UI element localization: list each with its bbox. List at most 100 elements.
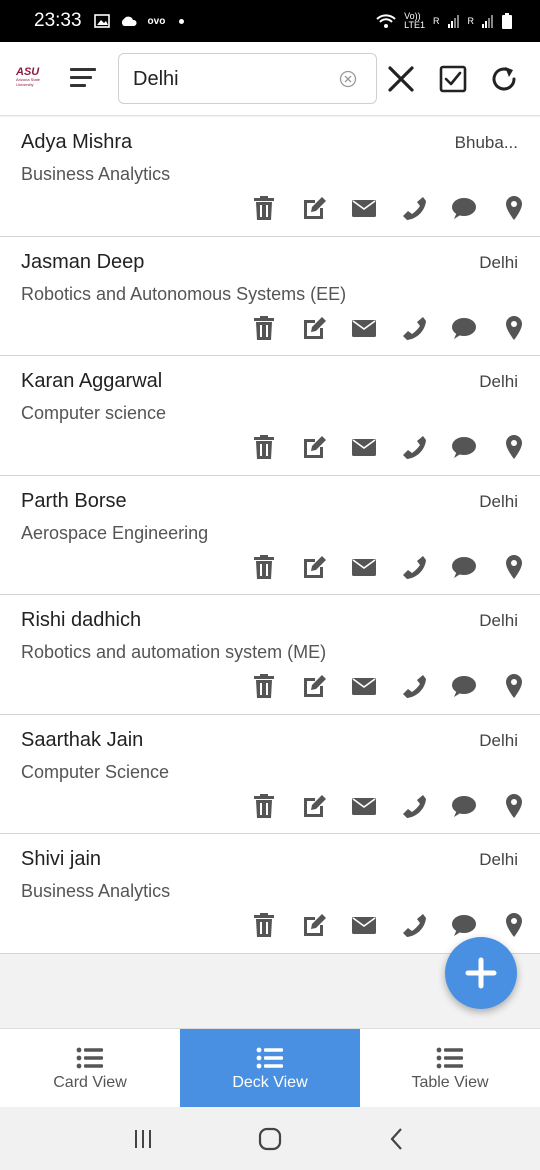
delete-button[interactable] — [251, 793, 301, 819]
call-button[interactable] — [401, 912, 451, 938]
call-button[interactable] — [401, 434, 451, 460]
edit-icon — [304, 675, 326, 697]
contact-card[interactable]: Parth Borse Aerospace Engineering Delhi — [0, 475, 540, 595]
chat-bubble-icon — [452, 556, 476, 578]
envelope-icon — [352, 558, 376, 576]
message-button[interactable] — [451, 912, 501, 938]
edit-icon — [304, 316, 326, 339]
location-button[interactable] — [501, 315, 540, 341]
contact-course: Computer science — [21, 403, 167, 423]
home-icon[interactable] — [257, 1126, 283, 1152]
edit-button[interactable] — [301, 793, 351, 819]
delete-button[interactable] — [251, 554, 301, 580]
chat-bubble-icon — [452, 198, 476, 219]
edit-button[interactable] — [301, 195, 351, 221]
edit-button[interactable] — [301, 673, 351, 699]
call-button[interactable] — [401, 315, 451, 341]
contact-card[interactable]: Adya Mishra Business Analytics Bhuba... — [0, 117, 540, 237]
location-button[interactable] — [501, 195, 540, 221]
message-button[interactable] — [451, 793, 501, 819]
email-button[interactable] — [351, 554, 401, 580]
add-contact-button[interactable] — [445, 937, 517, 1009]
network-label: LTE1 — [404, 20, 425, 30]
map-pin-icon — [506, 674, 522, 698]
phone-icon — [403, 914, 426, 937]
edit-button[interactable] — [301, 912, 351, 938]
chat-bubble-icon — [452, 795, 476, 817]
contact-course: Aerospace Engineering — [21, 522, 209, 543]
call-button[interactable] — [401, 793, 451, 819]
view-tab[interactable]: Card View — [0, 1029, 180, 1108]
message-button[interactable] — [451, 673, 501, 699]
back-icon[interactable] — [384, 1126, 410, 1152]
message-button[interactable] — [451, 434, 501, 460]
contact-card[interactable]: Karan Aggarwal Computer science Delhi — [0, 356, 540, 476]
location-button[interactable] — [501, 793, 540, 819]
location-button[interactable] — [501, 673, 540, 699]
edit-icon — [304, 197, 326, 219]
select-all-checkbox-icon[interactable] — [438, 64, 468, 94]
call-button[interactable] — [401, 195, 451, 221]
map-pin-icon — [506, 315, 522, 340]
contact-actions — [251, 912, 540, 938]
email-button[interactable] — [351, 673, 401, 699]
call-button[interactable] — [401, 554, 451, 580]
view-tab-label: Deck View — [232, 1073, 308, 1091]
edit-button[interactable] — [301, 554, 351, 580]
view-tab[interactable]: Table View — [360, 1029, 540, 1108]
clear-search-icon[interactable] — [339, 70, 357, 88]
map-pin-icon — [506, 554, 522, 579]
contact-name: Parth Borse — [21, 489, 127, 512]
message-button[interactable] — [451, 195, 501, 221]
logo-text: ASU — [16, 66, 40, 78]
edit-button[interactable] — [301, 315, 351, 341]
wifi-icon — [376, 14, 396, 28]
contact-card[interactable]: Rishi dadhich Robotics and automation sy… — [0, 595, 540, 715]
location-button[interactable] — [501, 554, 540, 580]
message-button[interactable] — [451, 315, 501, 341]
contact-card[interactable]: Shivi jain Business Analytics Delhi — [0, 834, 540, 954]
app-bar: ASU Arizona State University — [0, 42, 540, 116]
edit-icon — [304, 794, 326, 817]
message-button[interactable] — [451, 554, 501, 580]
envelope-icon — [352, 439, 376, 456]
recent-apps-icon[interactable] — [130, 1126, 156, 1152]
close-icon[interactable] — [386, 64, 416, 94]
sort-menu-button[interactable] — [70, 68, 96, 90]
contact-name: Karan Aggarwal — [21, 370, 163, 392]
edit-icon — [304, 436, 326, 458]
notification-dot-icon — [179, 18, 185, 24]
status-time: 23:33 — [34, 10, 82, 31]
contact-card[interactable]: Saarthak Jain Computer Science Delhi — [0, 714, 540, 834]
contact-course: Business Analytics — [21, 164, 171, 184]
email-button[interactable] — [351, 434, 401, 460]
delete-button[interactable] — [251, 912, 301, 938]
search-input[interactable] — [133, 64, 328, 94]
delete-button[interactable] — [251, 315, 301, 341]
chat-bubble-icon — [452, 915, 476, 936]
delete-button[interactable] — [251, 195, 301, 221]
envelope-icon — [352, 200, 376, 217]
refresh-icon[interactable] — [489, 64, 519, 94]
email-button[interactable] — [351, 195, 401, 221]
call-button[interactable] — [401, 673, 451, 699]
location-button[interactable] — [501, 912, 540, 938]
roaming-label-2: R — [467, 16, 475, 26]
location-button[interactable] — [501, 434, 540, 460]
plus-icon — [465, 957, 497, 989]
email-button[interactable] — [351, 793, 401, 819]
map-pin-icon — [506, 793, 522, 818]
delete-button[interactable] — [251, 673, 301, 699]
edit-button[interactable] — [301, 434, 351, 460]
email-button[interactable] — [351, 912, 401, 938]
view-tab[interactable]: Deck View — [180, 1029, 360, 1108]
contact-card[interactable]: Jasman Deep Robotics and Autonomous Syst… — [0, 236, 540, 356]
contact-actions — [251, 554, 540, 580]
chat-bubble-icon — [452, 676, 476, 697]
trash-icon — [254, 674, 274, 698]
carrier-label: ovo — [147, 15, 166, 27]
email-button[interactable] — [351, 315, 401, 341]
trash-icon — [254, 435, 274, 459]
delete-button[interactable] — [251, 434, 301, 460]
map-pin-icon — [506, 435, 522, 459]
